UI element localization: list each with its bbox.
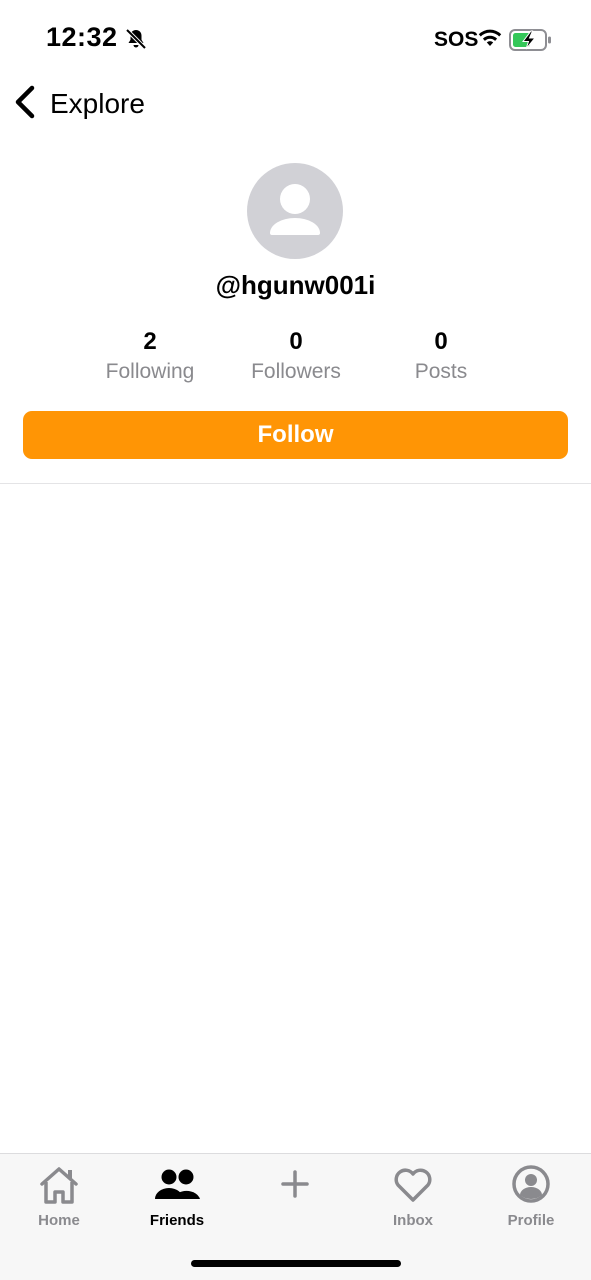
stat-value: 0 <box>434 328 448 355</box>
follow-button[interactable]: Follow <box>23 411 568 459</box>
bell-slash-icon <box>124 27 148 51</box>
stat-value: 2 <box>143 328 157 355</box>
stat-posts[interactable]: 0 Posts <box>371 326 511 384</box>
person-placeholder-icon <box>270 184 320 235</box>
people-icon <box>155 1169 200 1199</box>
tab-create[interactable] <box>236 1164 354 1234</box>
tab-profile[interactable]: Profile <box>472 1164 590 1234</box>
tab-label: Profile <box>507 1212 555 1229</box>
person-circle-icon <box>512 1165 550 1203</box>
tab-home[interactable]: Home <box>0 1164 118 1234</box>
stat-label: Followers <box>251 360 341 383</box>
back-button[interactable]: Explore <box>10 84 145 124</box>
tab-label: Friends <box>149 1212 205 1229</box>
plus-icon <box>281 1170 309 1198</box>
chevron-left-icon <box>10 82 40 127</box>
heart-icon <box>394 1168 432 1202</box>
stat-following[interactable]: 2 Following <box>80 326 220 384</box>
battery-charging-icon <box>509 28 553 52</box>
tab-label: Home <box>38 1212 80 1229</box>
back-label: Explore <box>50 88 145 119</box>
stat-followers[interactable]: 0 Followers <box>226 326 366 384</box>
sos-indicator: SOS <box>434 28 479 51</box>
profile-username: @hgunw001i <box>215 270 376 300</box>
status-bar: 12:32 SOS <box>0 0 591 80</box>
avatar[interactable] <box>247 163 343 259</box>
tab-label: Inbox <box>393 1212 433 1229</box>
stat-label: Following <box>105 360 195 383</box>
tab-inbox[interactable]: Inbox <box>354 1164 472 1234</box>
stat-label: Posts <box>414 360 468 383</box>
status-time: 12:32 <box>46 22 118 52</box>
house-icon <box>40 1167 78 1204</box>
wifi-icon <box>476 26 504 50</box>
tab-friends[interactable]: Friends <box>118 1164 236 1234</box>
divider <box>0 483 591 484</box>
stat-value: 0 <box>289 328 303 355</box>
home-indicator[interactable] <box>191 1260 401 1267</box>
